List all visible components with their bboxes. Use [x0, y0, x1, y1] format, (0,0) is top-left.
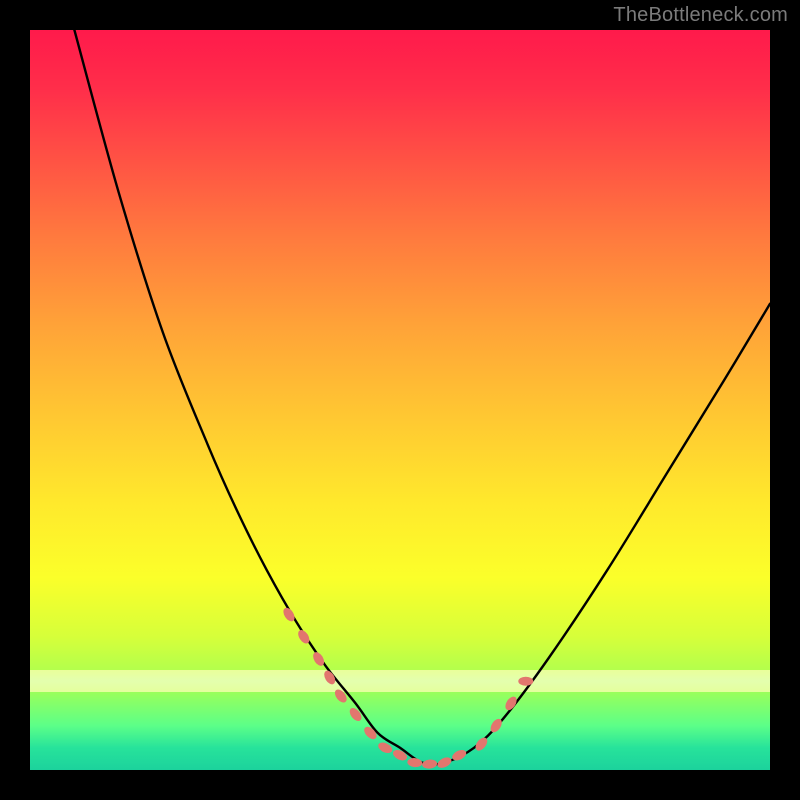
plot-area: [30, 30, 770, 770]
watermark-text: TheBottleneck.com: [613, 4, 788, 27]
curve-marker: [473, 735, 489, 752]
bottleneck-curve-svg: [30, 30, 770, 770]
curve-marker: [436, 755, 453, 770]
chart-frame: TheBottleneck.com: [0, 0, 800, 800]
curve-marker: [347, 706, 363, 723]
curve-marker: [391, 748, 408, 763]
curve-markers-group: [281, 606, 533, 770]
curve-marker: [518, 677, 533, 686]
bottleneck-curve-path: [74, 30, 770, 764]
curve-marker: [333, 687, 349, 704]
curve-marker: [422, 759, 438, 769]
curve-marker: [407, 757, 423, 767]
